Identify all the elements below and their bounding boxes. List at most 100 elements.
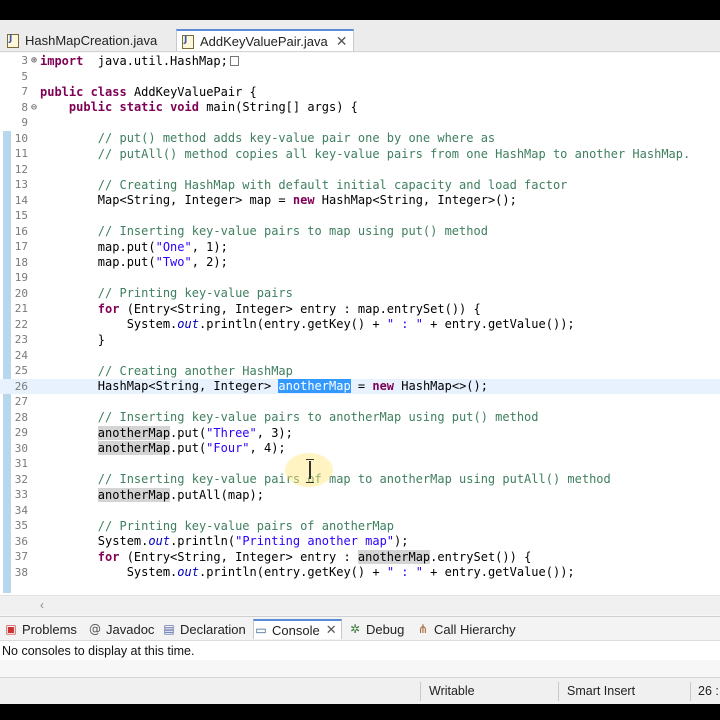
code-token: .println(entry.getKey() + [198,565,387,580]
close-icon[interactable]: ✕ [326,622,337,638]
code-line[interactable]: 29 anotherMap.put("Three", 3); [0,425,720,441]
code-line[interactable]: 37 for (Entry<String, Integer> entry : a… [0,549,720,565]
code-line[interactable]: 9 [0,115,720,131]
code-text[interactable]: public static void main(String[] args) { [40,100,358,114]
code-line[interactable]: 8 ⊖ public static void main(String[] args… [0,100,720,116]
code-line[interactable]: 5 [0,69,720,85]
code-line[interactable]: 26 HashMap<String, Integer> anotherMap =… [0,378,720,394]
horizontal-scrollbar[interactable]: ‹ [0,595,720,615]
string-token: "Two" [155,255,192,270]
code-editor[interactable]: 3 ⊕ import java.util.HashMap; 5 7 public clas… [0,53,720,615]
code-text[interactable]: System.out.println(entry.getKey() + " : … [40,565,575,579]
code-text[interactable]: HashMap<String, Integer> anotherMap = ne… [40,379,488,394]
code-line[interactable]: 3 ⊕ import java.util.HashMap; [0,53,720,69]
code-line[interactable]: 21 for (Entry<String, Integer> entry : m… [0,301,720,317]
code-text[interactable]: import java.util.HashMap; [40,54,239,68]
code-line[interactable]: 25 // Creating another HashMap [0,363,720,379]
code-text[interactable]: // Inserting key-value pairs to anotherM… [40,410,539,424]
code-token: + entry.getValue()); [422,565,575,580]
bug-icon: ✲ [349,622,361,636]
code-line[interactable]: 38 System.out.println(entry.getKey() + "… [0,565,720,581]
status-separator [420,682,421,701]
code-line[interactable]: 22 System.out.println(entry.getKey() + "… [0,317,720,333]
code-token: } [40,332,106,347]
code-line[interactable]: 33 anotherMap.putAll(map); [0,487,720,503]
keyword-token: for [97,549,120,564]
status-insert-mode: Smart Insert [567,684,636,698]
code-text[interactable]: anotherMap.putAll(map); [40,487,264,502]
code-text[interactable]: anotherMap.put("Four", 4); [40,441,286,456]
code-line[interactable]: 20 // Printing key-value pairs [0,286,720,302]
expand-fold-icon[interactable]: ⊕ [28,55,40,66]
code-text[interactable]: // putAll() method copies all key-value … [40,147,690,161]
code-text[interactable]: // Printing key-value pairs [40,286,293,300]
comment-token: // Creating another HashMap [97,363,293,378]
code-line[interactable]: 27 [0,394,720,410]
code-line[interactable]: 30 anotherMap.put("Four", 4); [0,441,720,457]
code-line[interactable]: 24 [0,348,720,364]
code-text[interactable]: System.out.println(entry.getKey() + " : … [40,317,575,331]
code-text[interactable]: map.put("Two", 2); [40,255,228,269]
code-line[interactable]: 14 Map<String, Integer> map = new HashMa… [0,193,720,209]
code-text[interactable]: for (Entry<String, Integer> entry : map.… [40,302,481,316]
tab-addkeyvaluepair[interactable]: AddKeyValuePair.java ✕ [176,29,355,51]
code-text[interactable]: map.put("One", 1); [40,240,228,254]
line-number: 15 [14,209,28,223]
tab-debug[interactable]: ✲ Debug [348,619,404,639]
code-token: (Entry<String, Integer> entry : [119,549,358,564]
line-number: 24 [14,348,28,362]
code-text[interactable]: // put() method adds key-value pair one … [40,131,495,145]
code-line[interactable]: 18 map.put("Two", 2); [0,255,720,271]
code-line[interactable]: 16 // Inserting key-value pairs to map u… [0,224,720,240]
code-token: System. [40,534,149,549]
code-text[interactable]: // Creating HashMap with default initial… [40,178,568,192]
code-text[interactable]: // Inserting key-value pairs to map usin… [40,224,488,238]
scroll-left-icon[interactable]: ‹ [40,598,44,612]
collapse-fold-icon[interactable]: ⊖ [28,102,40,113]
line-number: 18 [14,255,28,269]
code-line[interactable]: 11 // putAll() method copies all key-val… [0,146,720,162]
code-line[interactable]: 28 // Inserting key-value pairs to anoth… [0,410,720,426]
tab-problems[interactable]: ▣ Problems [4,619,77,639]
tab-console[interactable]: ▭ Console ✕ [253,619,342,639]
code-line[interactable]: 10 // put() method adds key-value pair o… [0,131,720,147]
code-line[interactable]: 35 // Printing key-value pairs of anothe… [0,518,720,534]
code-text[interactable]: // Printing key-value pairs of anotherMa… [40,519,394,533]
code-text[interactable]: Map<String, Integer> map = new HashMap<S… [40,193,517,207]
code-line[interactable]: 36 System.out.println("Printing another … [0,534,720,550]
code-line[interactable]: 34 [0,503,720,519]
code-line[interactable]: 15 [0,208,720,224]
code-text[interactable]: anotherMap.put("Three", 3); [40,425,293,440]
code-text[interactable]: public class AddKeyValuePair { [40,85,257,99]
close-icon[interactable]: ✕ [336,33,348,50]
code-text[interactable]: } [40,333,105,347]
tab-hashmapcreation[interactable]: HashMapCreation.java [2,29,163,51]
code-text[interactable]: for (Entry<String, Integer> entry : anot… [40,549,531,564]
collapsed-imports-icon[interactable] [229,56,239,67]
line-number: 21 [14,302,28,316]
code-line[interactable]: 23 } [0,332,720,348]
code-line[interactable]: 19 [0,270,720,286]
comment-token: // put() method adds key-value pair one … [97,131,496,146]
comment-token: // Inserting key-value pairs to anotherM… [97,410,539,425]
code-lines[interactable]: 3 ⊕ import java.util.HashMap; 5 7 public clas… [0,53,720,580]
code-line[interactable]: 7 public class AddKeyValuePair { [0,84,720,100]
code-line[interactable]: 32 // Inserting key-value pairs of map t… [0,472,720,488]
hierarchy-icon: ⋔ [417,622,429,636]
code-line[interactable]: 13 // Creating HashMap with default init… [0,177,720,193]
tab-call-hierarchy[interactable]: ⋔ Call Hierarchy [416,619,516,639]
tab-javadoc[interactable]: @ Javadoc [88,619,154,639]
code-text[interactable]: System.out.println("Printing another map… [40,534,409,548]
tab-declaration[interactable]: ▤ Declaration [162,619,245,639]
code-line[interactable]: 17 map.put("One", 1); [0,239,720,255]
code-line[interactable]: 12 [0,162,720,178]
code-text[interactable]: // Creating another HashMap [40,364,293,378]
code-line[interactable]: 31 [0,456,720,472]
static-field-token: out [177,317,199,332]
